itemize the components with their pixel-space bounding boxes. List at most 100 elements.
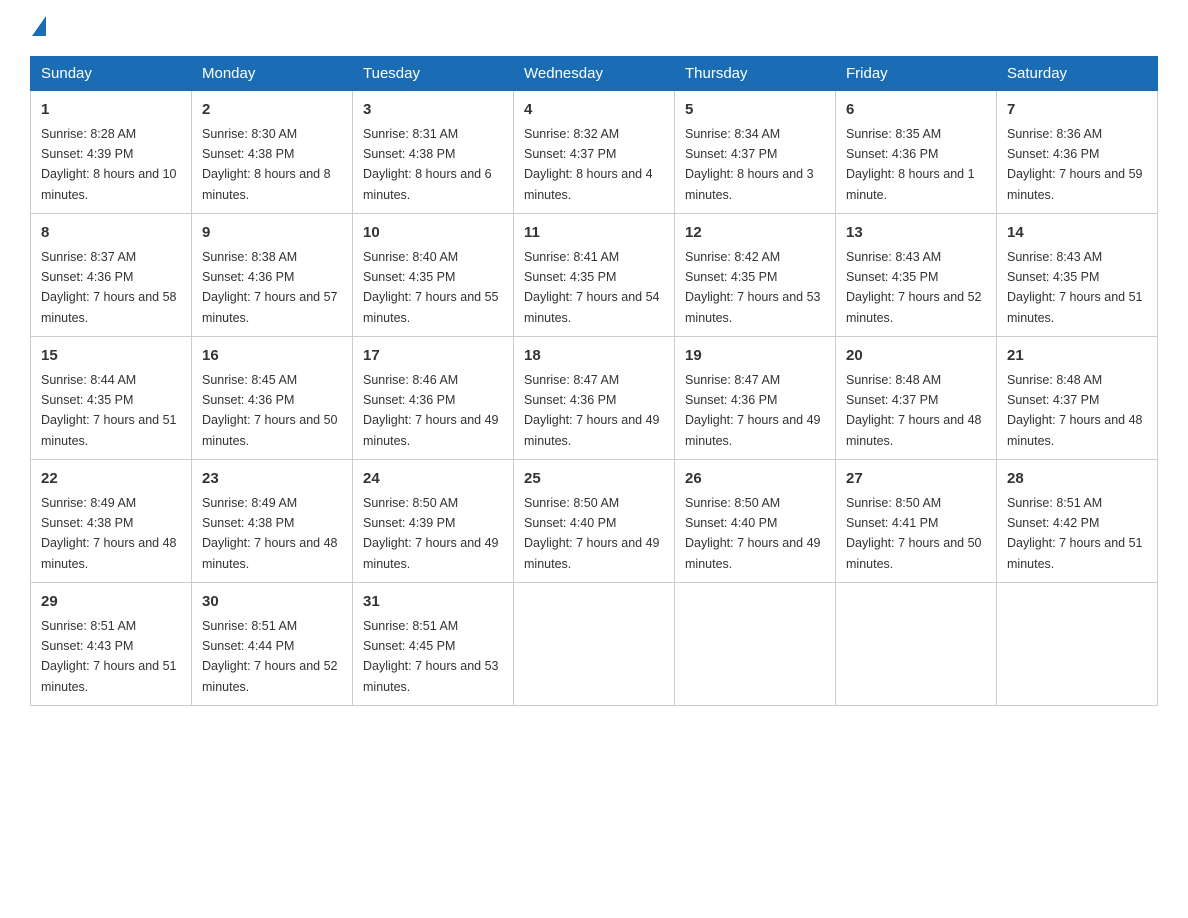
day-info: Sunrise: 8:48 AMSunset: 4:37 PMDaylight:…: [1007, 373, 1143, 448]
calendar-cell: [836, 583, 997, 706]
calendar-cell: 14 Sunrise: 8:43 AMSunset: 4:35 PMDaylig…: [997, 214, 1158, 337]
day-number: 1: [41, 99, 181, 122]
day-number: 17: [363, 345, 503, 368]
day-number: 9: [202, 222, 342, 245]
day-number: 18: [524, 345, 664, 368]
calendar-week-row: 1 Sunrise: 8:28 AMSunset: 4:39 PMDayligh…: [31, 91, 1158, 214]
calendar-cell: 29 Sunrise: 8:51 AMSunset: 4:43 PMDaylig…: [31, 583, 192, 706]
calendar-cell: [675, 583, 836, 706]
day-number: 26: [685, 468, 825, 491]
calendar-cell: 30 Sunrise: 8:51 AMSunset: 4:44 PMDaylig…: [192, 583, 353, 706]
calendar-cell: 21 Sunrise: 8:48 AMSunset: 4:37 PMDaylig…: [997, 337, 1158, 460]
column-header-thursday: Thursday: [675, 57, 836, 91]
calendar-cell: 12 Sunrise: 8:42 AMSunset: 4:35 PMDaylig…: [675, 214, 836, 337]
calendar-week-row: 22 Sunrise: 8:49 AMSunset: 4:38 PMDaylig…: [31, 460, 1158, 583]
day-number: 16: [202, 345, 342, 368]
calendar-cell: 16 Sunrise: 8:45 AMSunset: 4:36 PMDaylig…: [192, 337, 353, 460]
day-info: Sunrise: 8:44 AMSunset: 4:35 PMDaylight:…: [41, 373, 177, 448]
column-header-sunday: Sunday: [31, 57, 192, 91]
day-number: 15: [41, 345, 181, 368]
day-number: 7: [1007, 99, 1147, 122]
day-info: Sunrise: 8:41 AMSunset: 4:35 PMDaylight:…: [524, 250, 660, 325]
day-number: 3: [363, 99, 503, 122]
day-number: 20: [846, 345, 986, 368]
calendar-cell: 10 Sunrise: 8:40 AMSunset: 4:35 PMDaylig…: [353, 214, 514, 337]
calendar-cell: 18 Sunrise: 8:47 AMSunset: 4:36 PMDaylig…: [514, 337, 675, 460]
calendar-cell: [514, 583, 675, 706]
day-number: 21: [1007, 345, 1147, 368]
day-number: 30: [202, 591, 342, 614]
calendar-cell: 1 Sunrise: 8:28 AMSunset: 4:39 PMDayligh…: [31, 91, 192, 214]
column-header-tuesday: Tuesday: [353, 57, 514, 91]
calendar-cell: 9 Sunrise: 8:38 AMSunset: 4:36 PMDayligh…: [192, 214, 353, 337]
calendar-cell: 2 Sunrise: 8:30 AMSunset: 4:38 PMDayligh…: [192, 91, 353, 214]
column-header-saturday: Saturday: [997, 57, 1158, 91]
day-info: Sunrise: 8:47 AMSunset: 4:36 PMDaylight:…: [685, 373, 821, 448]
day-info: Sunrise: 8:43 AMSunset: 4:35 PMDaylight:…: [846, 250, 982, 325]
column-header-wednesday: Wednesday: [514, 57, 675, 91]
day-info: Sunrise: 8:49 AMSunset: 4:38 PMDaylight:…: [202, 496, 338, 571]
day-info: Sunrise: 8:28 AMSunset: 4:39 PMDaylight:…: [41, 127, 177, 202]
day-info: Sunrise: 8:46 AMSunset: 4:36 PMDaylight:…: [363, 373, 499, 448]
calendar-cell: 28 Sunrise: 8:51 AMSunset: 4:42 PMDaylig…: [997, 460, 1158, 583]
day-info: Sunrise: 8:45 AMSunset: 4:36 PMDaylight:…: [202, 373, 338, 448]
day-number: 28: [1007, 468, 1147, 491]
day-info: Sunrise: 8:50 AMSunset: 4:40 PMDaylight:…: [524, 496, 660, 571]
day-number: 13: [846, 222, 986, 245]
column-header-friday: Friday: [836, 57, 997, 91]
calendar-header-row: SundayMondayTuesdayWednesdayThursdayFrid…: [31, 57, 1158, 91]
calendar-cell: 15 Sunrise: 8:44 AMSunset: 4:35 PMDaylig…: [31, 337, 192, 460]
calendar-cell: 25 Sunrise: 8:50 AMSunset: 4:40 PMDaylig…: [514, 460, 675, 583]
calendar-cell: 8 Sunrise: 8:37 AMSunset: 4:36 PMDayligh…: [31, 214, 192, 337]
calendar-cell: 7 Sunrise: 8:36 AMSunset: 4:36 PMDayligh…: [997, 91, 1158, 214]
day-info: Sunrise: 8:38 AMSunset: 4:36 PMDaylight:…: [202, 250, 338, 325]
calendar-week-row: 15 Sunrise: 8:44 AMSunset: 4:35 PMDaylig…: [31, 337, 1158, 460]
calendar-cell: 3 Sunrise: 8:31 AMSunset: 4:38 PMDayligh…: [353, 91, 514, 214]
logo: [30, 20, 46, 36]
day-info: Sunrise: 8:43 AMSunset: 4:35 PMDaylight:…: [1007, 250, 1143, 325]
day-number: 5: [685, 99, 825, 122]
day-info: Sunrise: 8:47 AMSunset: 4:36 PMDaylight:…: [524, 373, 660, 448]
day-number: 11: [524, 222, 664, 245]
day-info: Sunrise: 8:36 AMSunset: 4:36 PMDaylight:…: [1007, 127, 1143, 202]
day-number: 19: [685, 345, 825, 368]
day-number: 31: [363, 591, 503, 614]
day-number: 29: [41, 591, 181, 614]
day-number: 25: [524, 468, 664, 491]
calendar-cell: 5 Sunrise: 8:34 AMSunset: 4:37 PMDayligh…: [675, 91, 836, 214]
day-info: Sunrise: 8:35 AMSunset: 4:36 PMDaylight:…: [846, 127, 975, 202]
day-info: Sunrise: 8:51 AMSunset: 4:44 PMDaylight:…: [202, 619, 338, 694]
day-info: Sunrise: 8:50 AMSunset: 4:41 PMDaylight:…: [846, 496, 982, 571]
day-number: 27: [846, 468, 986, 491]
day-number: 24: [363, 468, 503, 491]
calendar-week-row: 29 Sunrise: 8:51 AMSunset: 4:43 PMDaylig…: [31, 583, 1158, 706]
day-info: Sunrise: 8:51 AMSunset: 4:43 PMDaylight:…: [41, 619, 177, 694]
calendar-cell: 11 Sunrise: 8:41 AMSunset: 4:35 PMDaylig…: [514, 214, 675, 337]
calendar-cell: 17 Sunrise: 8:46 AMSunset: 4:36 PMDaylig…: [353, 337, 514, 460]
day-number: 22: [41, 468, 181, 491]
calendar-cell: 31 Sunrise: 8:51 AMSunset: 4:45 PMDaylig…: [353, 583, 514, 706]
calendar-cell: 27 Sunrise: 8:50 AMSunset: 4:41 PMDaylig…: [836, 460, 997, 583]
calendar-cell: 23 Sunrise: 8:49 AMSunset: 4:38 PMDaylig…: [192, 460, 353, 583]
column-header-monday: Monday: [192, 57, 353, 91]
day-number: 6: [846, 99, 986, 122]
day-info: Sunrise: 8:51 AMSunset: 4:45 PMDaylight:…: [363, 619, 499, 694]
calendar-table: SundayMondayTuesdayWednesdayThursdayFrid…: [30, 56, 1158, 706]
calendar-cell: 20 Sunrise: 8:48 AMSunset: 4:37 PMDaylig…: [836, 337, 997, 460]
calendar-cell: 4 Sunrise: 8:32 AMSunset: 4:37 PMDayligh…: [514, 91, 675, 214]
day-number: 14: [1007, 222, 1147, 245]
calendar-cell: 26 Sunrise: 8:50 AMSunset: 4:40 PMDaylig…: [675, 460, 836, 583]
day-info: Sunrise: 8:37 AMSunset: 4:36 PMDaylight:…: [41, 250, 177, 325]
day-info: Sunrise: 8:50 AMSunset: 4:39 PMDaylight:…: [363, 496, 499, 571]
day-number: 12: [685, 222, 825, 245]
day-number: 2: [202, 99, 342, 122]
logo-triangle-icon: [32, 16, 46, 36]
day-info: Sunrise: 8:32 AMSunset: 4:37 PMDaylight:…: [524, 127, 653, 202]
calendar-cell: 22 Sunrise: 8:49 AMSunset: 4:38 PMDaylig…: [31, 460, 192, 583]
calendar-cell: 24 Sunrise: 8:50 AMSunset: 4:39 PMDaylig…: [353, 460, 514, 583]
page-header: [30, 20, 1158, 36]
day-info: Sunrise: 8:31 AMSunset: 4:38 PMDaylight:…: [363, 127, 492, 202]
day-info: Sunrise: 8:40 AMSunset: 4:35 PMDaylight:…: [363, 250, 499, 325]
day-number: 10: [363, 222, 503, 245]
calendar-cell: 13 Sunrise: 8:43 AMSunset: 4:35 PMDaylig…: [836, 214, 997, 337]
